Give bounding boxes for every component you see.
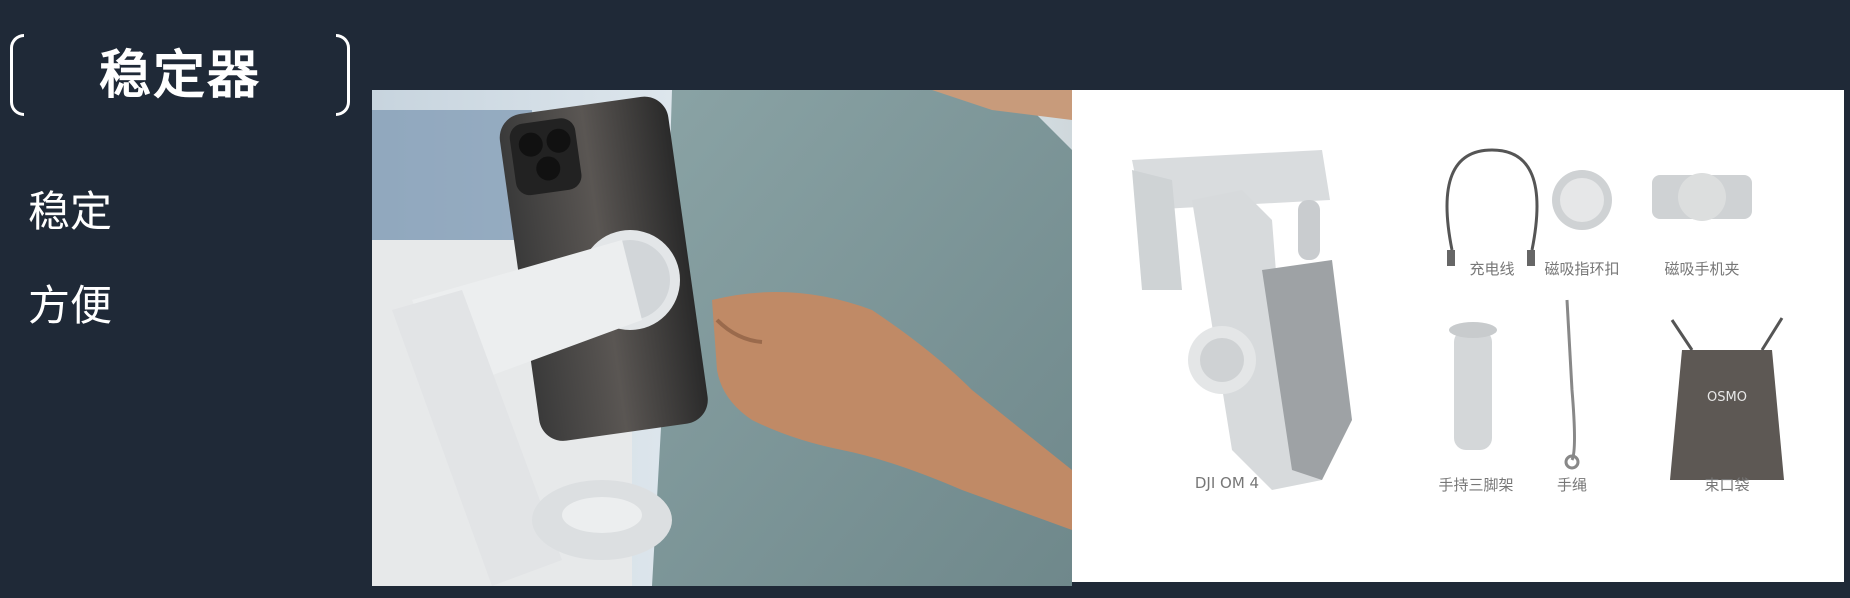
product-label-main: DJI OM 4 (1194, 474, 1260, 492)
feature-item-convenient: 方便 (28, 281, 113, 330)
gimbal-usage-photo (372, 90, 1072, 586)
product-kit-image: DJI OM 4 充电线 磁吸指环扣 磁吸手机夹 手持三脚架 手绳 束口袋 OS… (1072, 90, 1844, 582)
right-bracket (336, 34, 350, 116)
feature-item-stable: 稳定 (28, 187, 113, 236)
accessory-label-bag: 束口袋 (1704, 476, 1750, 494)
page-title: 稳定器 (98, 46, 261, 106)
accessory-label-strap: 手绳 (1556, 476, 1587, 494)
accessory-label-clamp: 磁吸手机夹 (1664, 260, 1740, 278)
accessory-label-ring: 磁吸指环扣 (1544, 260, 1620, 278)
bag-brand-text: OSMO (1707, 390, 1747, 405)
title-frame: 稳定器 (10, 34, 350, 116)
